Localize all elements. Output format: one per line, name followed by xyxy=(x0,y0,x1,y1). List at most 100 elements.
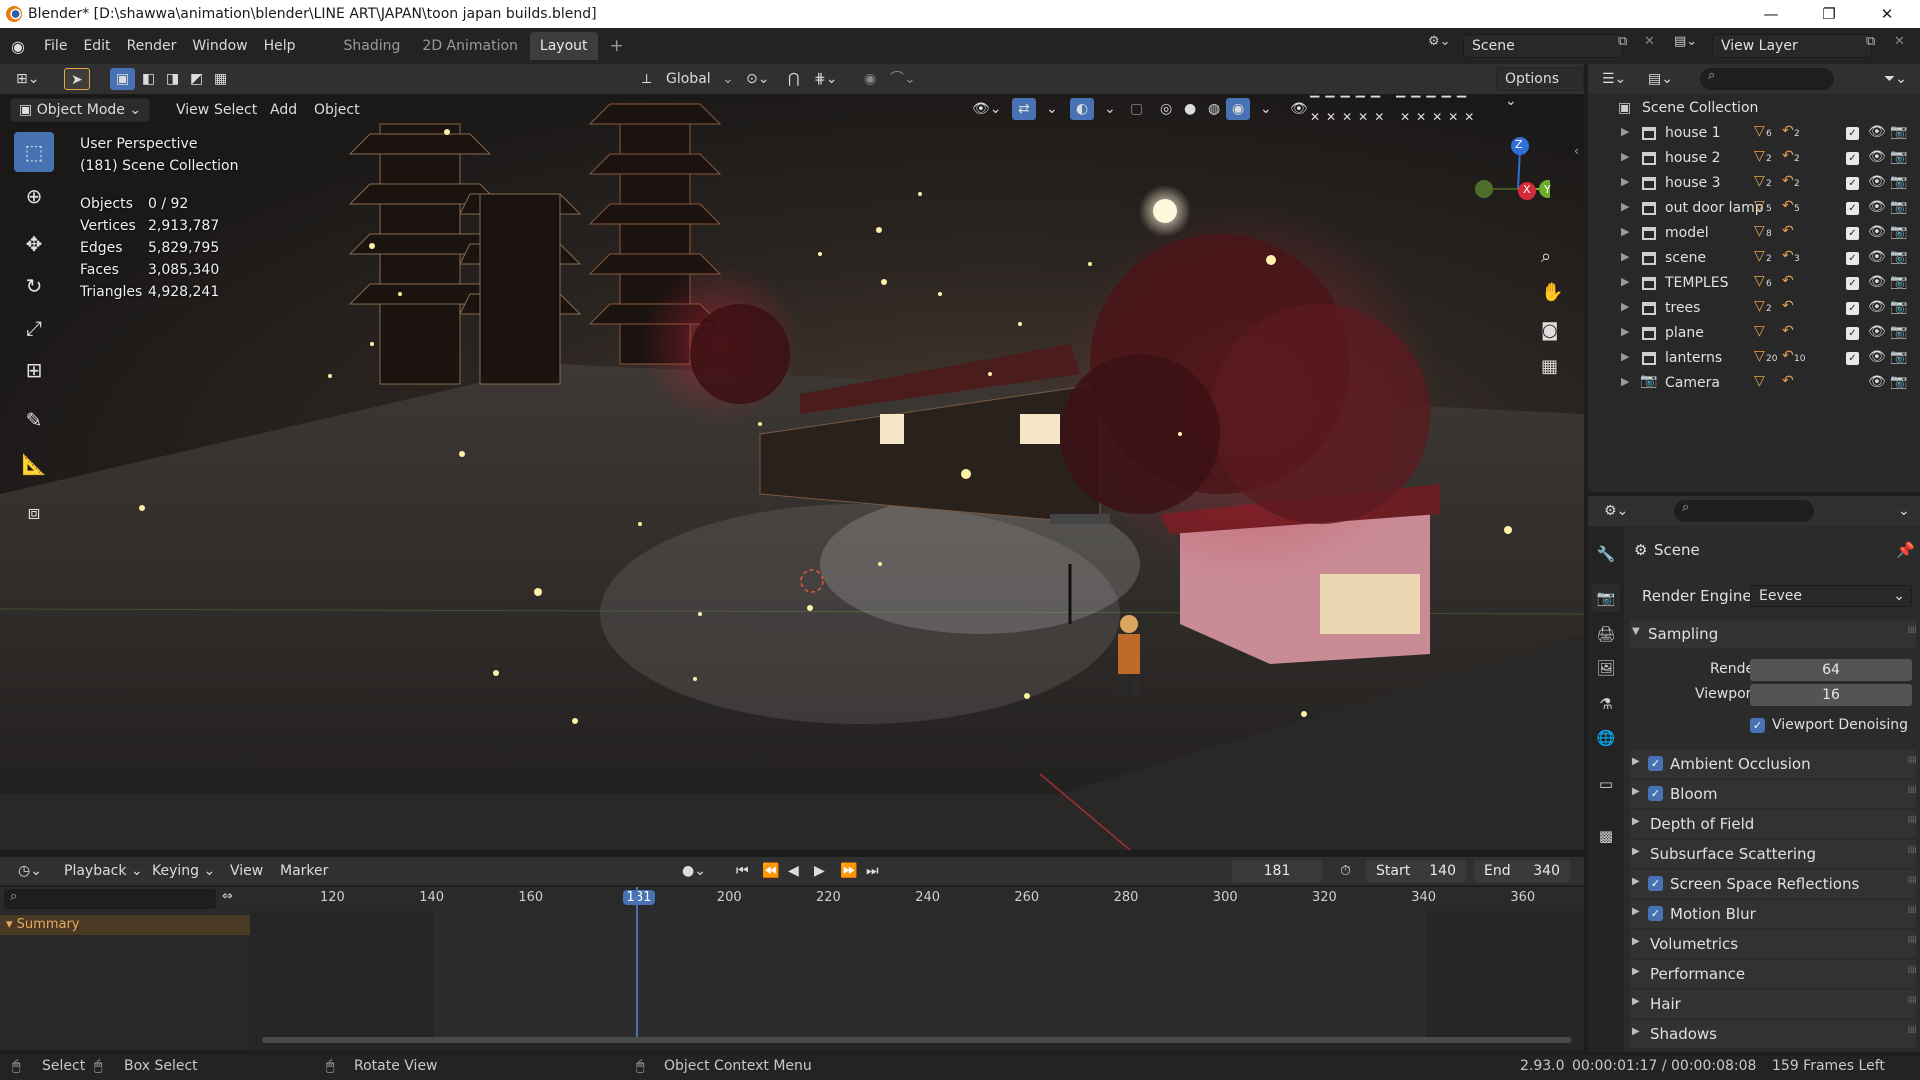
rotate-tool-icon[interactable]: ↻ xyxy=(14,266,54,306)
texture-tab-icon[interactable]: ▩ xyxy=(1592,822,1620,850)
outliner-editor-type-icon[interactable]: ☰⌄ xyxy=(1596,68,1632,90)
output-tab-icon[interactable]: 🖨 xyxy=(1592,620,1620,648)
outliner-item[interactable]: ▶ house 2 ▽ 2 ↶ 2 ✓ 👁 📷 xyxy=(1588,146,1920,171)
drag-handle-icon[interactable]: ⁞⁞⁞⁞ xyxy=(1907,905,1917,916)
outliner-item[interactable]: ▶ model ▽ 8 ↶ ✓ 👁 📷 xyxy=(1588,221,1920,246)
outliner-item[interactable]: ▶ trees ▽ 2 ↶ ✓ 👁 📷 xyxy=(1588,296,1920,321)
panel-enable-checkbox[interactable]: ✓ xyxy=(1648,876,1663,891)
object-type-icon[interactable]: ▽ xyxy=(1754,198,1765,214)
render-visibility-icon[interactable]: 📷 xyxy=(1890,199,1907,215)
render-visibility-icon[interactable]: 📷 xyxy=(1890,274,1907,290)
drag-handle-icon[interactable]: ⁞⁞⁞⁞ xyxy=(1907,935,1917,946)
eye-visibility-icon[interactable]: 👁 xyxy=(1868,324,1886,340)
end-frame-field[interactable]: End 340 xyxy=(1474,860,1570,882)
pivot-point-icon[interactable]: ⊙⌄ xyxy=(740,68,775,90)
drag-handle-icon[interactable]: ⁞⁞⁞⁞ xyxy=(1907,875,1917,886)
rendered-shading-icon[interactable]: ◉ xyxy=(1226,98,1251,120)
current-frame-field[interactable]: 181 xyxy=(1232,860,1322,882)
properties-search-input[interactable]: ⌕ xyxy=(1674,500,1814,522)
properties-subpanel[interactable]: ▶ Performance ⁞⁞⁞⁞ xyxy=(1630,960,1917,988)
timeline-menu-marker[interactable]: Marker xyxy=(274,860,334,882)
outliner-item[interactable]: ▶ house 3 ▽ 2 ↶ 2 ✓ 👁 📷 xyxy=(1588,171,1920,196)
exclude-checkbox[interactable]: ✓ xyxy=(1846,177,1859,190)
pin-icon[interactable]: 📌 xyxy=(1896,541,1915,559)
timeline-editor-type-icon[interactable]: ◷⌄ xyxy=(12,860,48,882)
properties-subpanel[interactable]: ▶ ✓ Motion Blur ⁞⁞⁞⁞ xyxy=(1630,900,1917,928)
proportional-falloff-icon[interactable]: ⌒⌄ xyxy=(884,68,922,90)
render-visibility-icon[interactable]: 📷 xyxy=(1890,349,1907,365)
viewport-denoising-row[interactable]: ✓ Viewport Denoising xyxy=(1630,712,1916,740)
playhead-line[interactable] xyxy=(636,887,638,1039)
eye-visibility-icon[interactable]: 👁 xyxy=(1868,199,1886,215)
expand-arrow-icon[interactable]: ▶ xyxy=(1621,325,1629,338)
outliner-item[interactable]: ▶ scene ▽ 2 ↶ 3 ✓ 👁 📷 xyxy=(1588,246,1920,271)
view-layer-field[interactable]: View Layer xyxy=(1712,34,1872,58)
menu-help[interactable]: Help xyxy=(256,33,304,59)
add-workspace-button[interactable]: + xyxy=(600,32,634,60)
menu-render[interactable]: Render xyxy=(119,33,185,59)
sampling-panel-header[interactable]: ▼ Sampling ⁞⁞⁞⁞ xyxy=(1630,620,1917,648)
cursor-tool-icon[interactable]: ⊕ xyxy=(14,176,54,216)
scale-tool-icon[interactable]: ⤢ xyxy=(14,308,54,348)
object-type-icon[interactable]: ▽ xyxy=(1754,248,1765,264)
select-mode-subtract-icon[interactable]: ◨ xyxy=(160,68,185,90)
annotate-tool-icon[interactable]: ✎ xyxy=(14,400,54,440)
xray-toggle-icon[interactable]: ▢ xyxy=(1124,98,1149,120)
preview-range-icon[interactable]: ⏱ xyxy=(1334,860,1357,882)
drag-handle-icon[interactable]: ⁞⁞⁞⁞ xyxy=(1907,965,1917,976)
solid-shading-icon[interactable]: ● xyxy=(1178,98,1202,120)
new-view-layer-icon[interactable]: ⧉ xyxy=(1866,34,1875,49)
snap-toggle-icon[interactable]: ⋂ xyxy=(782,68,805,90)
exclude-checkbox[interactable]: ✓ xyxy=(1846,127,1859,140)
drag-handle-icon[interactable]: ⁞⁞⁞⁞ xyxy=(1907,625,1917,636)
jump-start-icon[interactable]: ⏮ xyxy=(730,860,755,882)
drag-handle-icon[interactable]: ⁞⁞⁞⁞ xyxy=(1907,755,1917,766)
expand-arrow-icon[interactable]: ▶ xyxy=(1621,300,1629,313)
outliner-item[interactable]: ▶ plane ▽ ↶ ✓ 👁 📷 xyxy=(1588,321,1920,346)
delete-scene-icon[interactable]: ✕ xyxy=(1644,34,1655,49)
restrict-toggles[interactable]: ▔▔▔▔▔ ▔▔▔▔▔ ✕✕✕✕✕ ✕✕✕✕✕ xyxy=(1310,96,1570,124)
timeline-menu-view[interactable]: View xyxy=(224,860,269,882)
start-frame-field[interactable]: Start 140 xyxy=(1366,860,1466,882)
3d-viewport[interactable]: User Perspective (181) Scene Collection … xyxy=(0,94,1584,850)
render-engine-dropdown[interactable]: Eevee ⌄ xyxy=(1750,585,1912,607)
render-visibility-icon[interactable]: 📷 xyxy=(1890,149,1907,165)
scene-name-field[interactable]: Scene xyxy=(1463,34,1623,58)
exclude-checkbox[interactable]: ✓ xyxy=(1846,277,1859,290)
camera-view-icon[interactable]: ◙ xyxy=(1541,320,1558,341)
tool-tab-icon[interactable]: 🔧 xyxy=(1592,540,1620,568)
exclude-checkbox[interactable]: ✓ xyxy=(1846,302,1859,315)
viewport-denoising-checkbox[interactable]: ✓ xyxy=(1750,718,1765,733)
drag-handle-icon[interactable]: ⁞⁞⁞⁞ xyxy=(1907,845,1917,856)
object-type-icon[interactable]: ▽ xyxy=(1754,223,1765,239)
summary-channel[interactable]: ▾ Summary xyxy=(0,915,250,935)
outliner-item[interactable]: ▶ lanterns ▽ 20 ↶ 10 ✓ 👁 📷 xyxy=(1588,346,1920,371)
outliner-item[interactable]: ▶ 📷 Camera ▽ ↶ 👁 📷 xyxy=(1588,371,1920,396)
drag-handle-icon[interactable]: ⁞⁞⁞⁞ xyxy=(1907,1025,1917,1036)
modifier-icon[interactable]: ↶ xyxy=(1782,348,1794,364)
add-cube-tool-icon[interactable]: ⧈ xyxy=(14,492,54,532)
menu-window[interactable]: Window xyxy=(184,33,255,59)
properties-subpanel[interactable]: ▶ Depth of Field ⁞⁞⁞⁞ xyxy=(1630,810,1917,838)
visibility-icon[interactable]: 👁⌄ xyxy=(966,98,1008,120)
drag-handle-icon[interactable]: ⁞⁞⁞⁞ xyxy=(1907,995,1917,1006)
panel-enable-checkbox[interactable]: ✓ xyxy=(1648,906,1663,921)
modifier-icon[interactable]: ↶ xyxy=(1782,198,1794,214)
timeline-body[interactable]: ▾ Summary xyxy=(0,887,1584,1050)
object-type-icon[interactable]: ▽ xyxy=(1754,273,1765,289)
minimize-button[interactable]: — xyxy=(1742,0,1800,28)
object-type-icon[interactable]: ▽ xyxy=(1754,323,1765,339)
outliner-item[interactable]: ▶ out door lamp ▽ 5 ↶ 5 ✓ 👁 📷 xyxy=(1588,196,1920,221)
expand-arrow-icon[interactable]: ▶ xyxy=(1621,150,1629,163)
properties-subpanel[interactable]: ▶ Shadows ⁞⁞⁞⁞ xyxy=(1630,1020,1917,1048)
select-mode-intersect-icon[interactable]: ▦ xyxy=(208,68,233,90)
outliner-search-input[interactable]: ⌕ xyxy=(1700,68,1834,90)
sync-scroll-icon[interactable]: ⇔ xyxy=(222,889,233,904)
render-visibility-icon[interactable]: 📷 xyxy=(1890,374,1907,390)
properties-options-icon[interactable]: ⌄ xyxy=(1892,500,1916,522)
select-mode-new-icon[interactable]: ▣ xyxy=(110,68,136,90)
modifier-icon[interactable]: ↶ xyxy=(1782,223,1794,239)
measure-tool-icon[interactable]: 📐 xyxy=(14,444,54,484)
wireframe-shading-icon[interactable]: ◎ xyxy=(1154,98,1178,120)
render-visibility-icon[interactable]: 📷 xyxy=(1890,299,1907,315)
